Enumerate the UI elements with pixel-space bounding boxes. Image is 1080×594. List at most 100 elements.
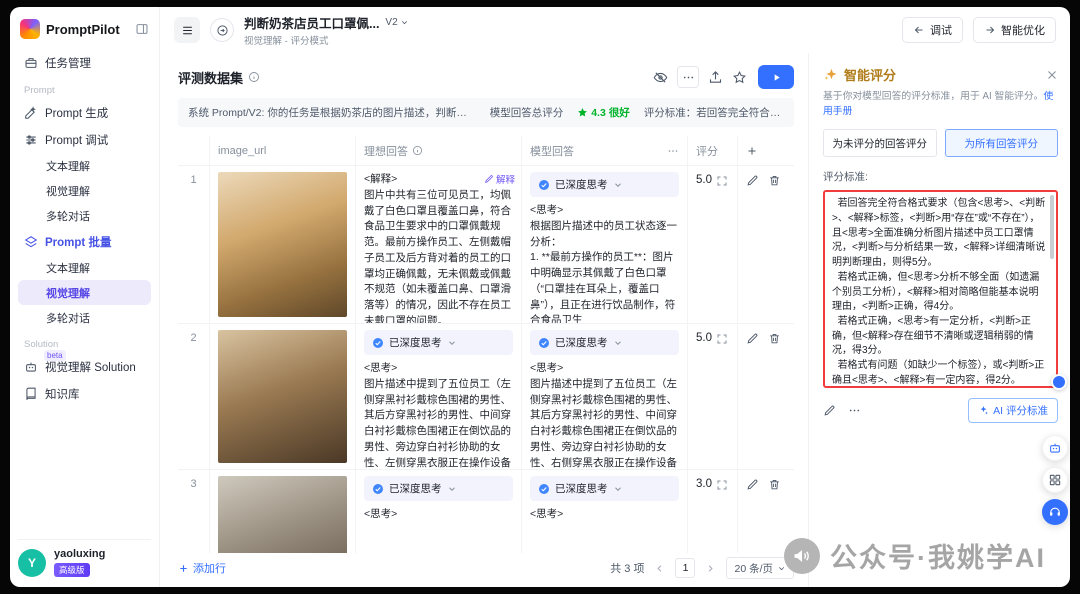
megaphone-icon (784, 538, 820, 574)
score-value: 3.0 (696, 478, 712, 490)
collapse-sidebar-icon[interactable] (135, 22, 149, 36)
delete-row-button[interactable] (768, 478, 781, 491)
col-header-score[interactable]: 评分 (688, 136, 738, 166)
table-body: 1 解释 <解释> 图片中共有三位可见员工，均佩戴了白色口罩且覆盖口鼻，符合食品… (178, 166, 794, 553)
plus-icon (746, 145, 758, 157)
delete-row-button[interactable] (768, 174, 781, 187)
eye-off-icon[interactable] (653, 70, 668, 85)
smart-optimize-button[interactable]: 智能优化 (973, 17, 1056, 43)
deep-think-toggle[interactable]: 已深度思考 (530, 476, 679, 501)
delete-row-button[interactable] (768, 332, 781, 345)
sidebar-subitem-batch-text[interactable]: 文本理解 (18, 255, 151, 280)
row-index: 3 (178, 470, 210, 553)
sliders-icon (24, 133, 38, 147)
sidebar-item-task-management[interactable]: 任务管理 (18, 49, 151, 76)
model-answer-text: <思考> (530, 507, 679, 523)
more-options-button[interactable] (677, 66, 699, 88)
sidebar-item-prompt-debug[interactable]: Prompt 调试 (18, 126, 151, 153)
workflow-switch-button[interactable] (210, 18, 234, 42)
sidebar-subitem-batch-vision-active[interactable]: 视觉理解 (18, 280, 151, 305)
sidebar-item-vision-solution[interactable]: beta 视觉理解 Solution (18, 353, 151, 380)
scrollbar-thumb[interactable] (1050, 195, 1054, 259)
row-index: 1 (178, 166, 210, 324)
edit-row-button[interactable] (746, 478, 759, 491)
score-all-button[interactable]: 为所有回答评分 (945, 129, 1059, 157)
col-header-image-url[interactable]: image_url (210, 136, 356, 166)
table-footer: 添加行 共 3 项 1 20 条/页 (178, 553, 794, 583)
row-index: 2 (178, 324, 210, 470)
add-column-button[interactable] (738, 136, 794, 166)
expand-icon[interactable] (716, 175, 728, 187)
criteria-textarea[interactable]: 若回答完全符合格式要求（包含<思考>、<判断>、<解释>标签，<判断>用“存在”… (823, 190, 1058, 388)
col-header-ideal-answer[interactable]: 理想回答 (356, 136, 522, 166)
image-cell[interactable] (210, 324, 356, 470)
expand-icon[interactable] (716, 333, 728, 345)
edit-row-button[interactable] (746, 174, 759, 187)
promptpilot-logo-icon (20, 19, 40, 39)
model-answer-cell[interactable]: 已深度思考 <思考> 图片描述中提到了五位员工（左侧穿黑衬衫戴棕色围裙的男性、其… (522, 324, 688, 470)
debug-button[interactable]: 调试 (902, 17, 963, 43)
ideal-answer-cell[interactable]: 解释 <解释> 图片中共有三位可见员工，均佩戴了白色口罩且覆盖口鼻，符合食品卫生… (356, 166, 522, 324)
edit-row-button[interactable] (746, 332, 759, 345)
dataset-image[interactable] (218, 330, 347, 463)
image-cell[interactable] (210, 470, 356, 553)
edit-criteria-icon[interactable] (823, 404, 836, 417)
page-number[interactable]: 1 (675, 558, 695, 578)
user-profile[interactable]: Y yaoluxing 高级版 (18, 539, 151, 577)
model-answer-cell[interactable]: 已深度思考 <思考> (522, 470, 688, 553)
score-value: 5.0 (696, 332, 712, 344)
more-icon[interactable] (848, 404, 861, 417)
col-header-model-answer[interactable]: 模型回答 (522, 136, 688, 166)
ideal-answer-cell[interactable]: 已深度思考 <思考> 图片描述中提到了五位员工（左侧穿黑衬衫戴棕色围裙的男性、其… (356, 324, 522, 470)
model-answer-cell[interactable]: 已深度思考 <思考> 根据图片描述中的员工状态逐一分析： 1. **最前方操作的… (522, 166, 688, 324)
row-actions (738, 166, 794, 324)
premium-badge: 高级版 (54, 563, 90, 577)
info-icon[interactable] (412, 145, 423, 156)
prev-page-icon[interactable] (654, 563, 665, 574)
sidebar-item-prompt-gen[interactable]: Prompt 生成 (18, 99, 151, 126)
next-page-icon[interactable] (705, 563, 716, 574)
prompt-summary-bar[interactable]: 系统 Prompt/V2: 你的任务是根据奶茶店的图片描述，判断奶茶... 模型… (178, 98, 794, 127)
dataset-image[interactable] (218, 476, 347, 553)
sidebar-subitem-batch-multiturn[interactable]: 多轮对话 (18, 305, 151, 330)
add-row-button[interactable]: 添加行 (178, 560, 226, 576)
check-circle-icon (538, 337, 550, 349)
watermark: 公众号·我姚学AI (784, 536, 1046, 575)
sidebar-subitem-debug-vision[interactable]: 视觉理解 (18, 178, 151, 203)
upload-icon[interactable] (708, 70, 723, 85)
expand-icon[interactable] (716, 479, 728, 491)
sidebar-item-knowledge-base[interactable]: 知识库 (18, 380, 151, 407)
run-evaluation-button[interactable] (758, 65, 794, 89)
notification-badge[interactable] (1051, 374, 1067, 390)
sidebar-subitem-debug-text[interactable]: 文本理解 (18, 153, 151, 178)
ai-criteria-button[interactable]: AI 评分标准 (968, 398, 1058, 423)
column-more-icon[interactable] (667, 145, 679, 157)
close-icon[interactable] (1046, 69, 1058, 81)
ai-assistant-button[interactable] (1042, 435, 1068, 461)
sidebar-section-solution: Solution (24, 339, 145, 350)
check-circle-icon (372, 337, 384, 349)
support-button[interactable] (1042, 499, 1068, 525)
apps-grid-button[interactable] (1042, 467, 1068, 493)
deep-think-toggle[interactable]: 已深度思考 (530, 172, 679, 197)
image-cell[interactable] (210, 166, 356, 324)
total-count: 共 3 项 (610, 560, 644, 576)
check-circle-icon (538, 179, 550, 191)
explain-tag[interactable]: 解释 (484, 172, 515, 186)
hamburger-menu-button[interactable] (174, 17, 200, 43)
magic-icon (978, 405, 989, 416)
score-value: 5.0 (696, 174, 712, 186)
deep-think-toggle[interactable]: 已深度思考 (364, 476, 513, 501)
window-frame: PromptPilot 任务管理 Prompt Prompt 生成 Prompt… (0, 0, 1080, 594)
deep-think-toggle[interactable]: 已深度思考 (364, 330, 513, 355)
ideal-answer-cell[interactable]: 已深度思考 <思考> (356, 470, 522, 553)
sidebar-item-prompt-batch[interactable]: Prompt 批量 (18, 228, 151, 255)
score-unscored-button[interactable]: 为未评分的回答评分 (823, 129, 937, 157)
criteria-preview: 评分标准：若回答完全符合格... (644, 105, 784, 120)
favorite-star-icon[interactable] (732, 70, 747, 85)
info-icon[interactable] (248, 71, 260, 83)
deep-think-toggle[interactable]: 已深度思考 (530, 330, 679, 355)
sidebar-subitem-debug-multiturn[interactable]: 多轮对话 (18, 203, 151, 228)
dataset-image[interactable] (218, 172, 347, 317)
version-selector[interactable]: V2 (385, 17, 408, 28)
